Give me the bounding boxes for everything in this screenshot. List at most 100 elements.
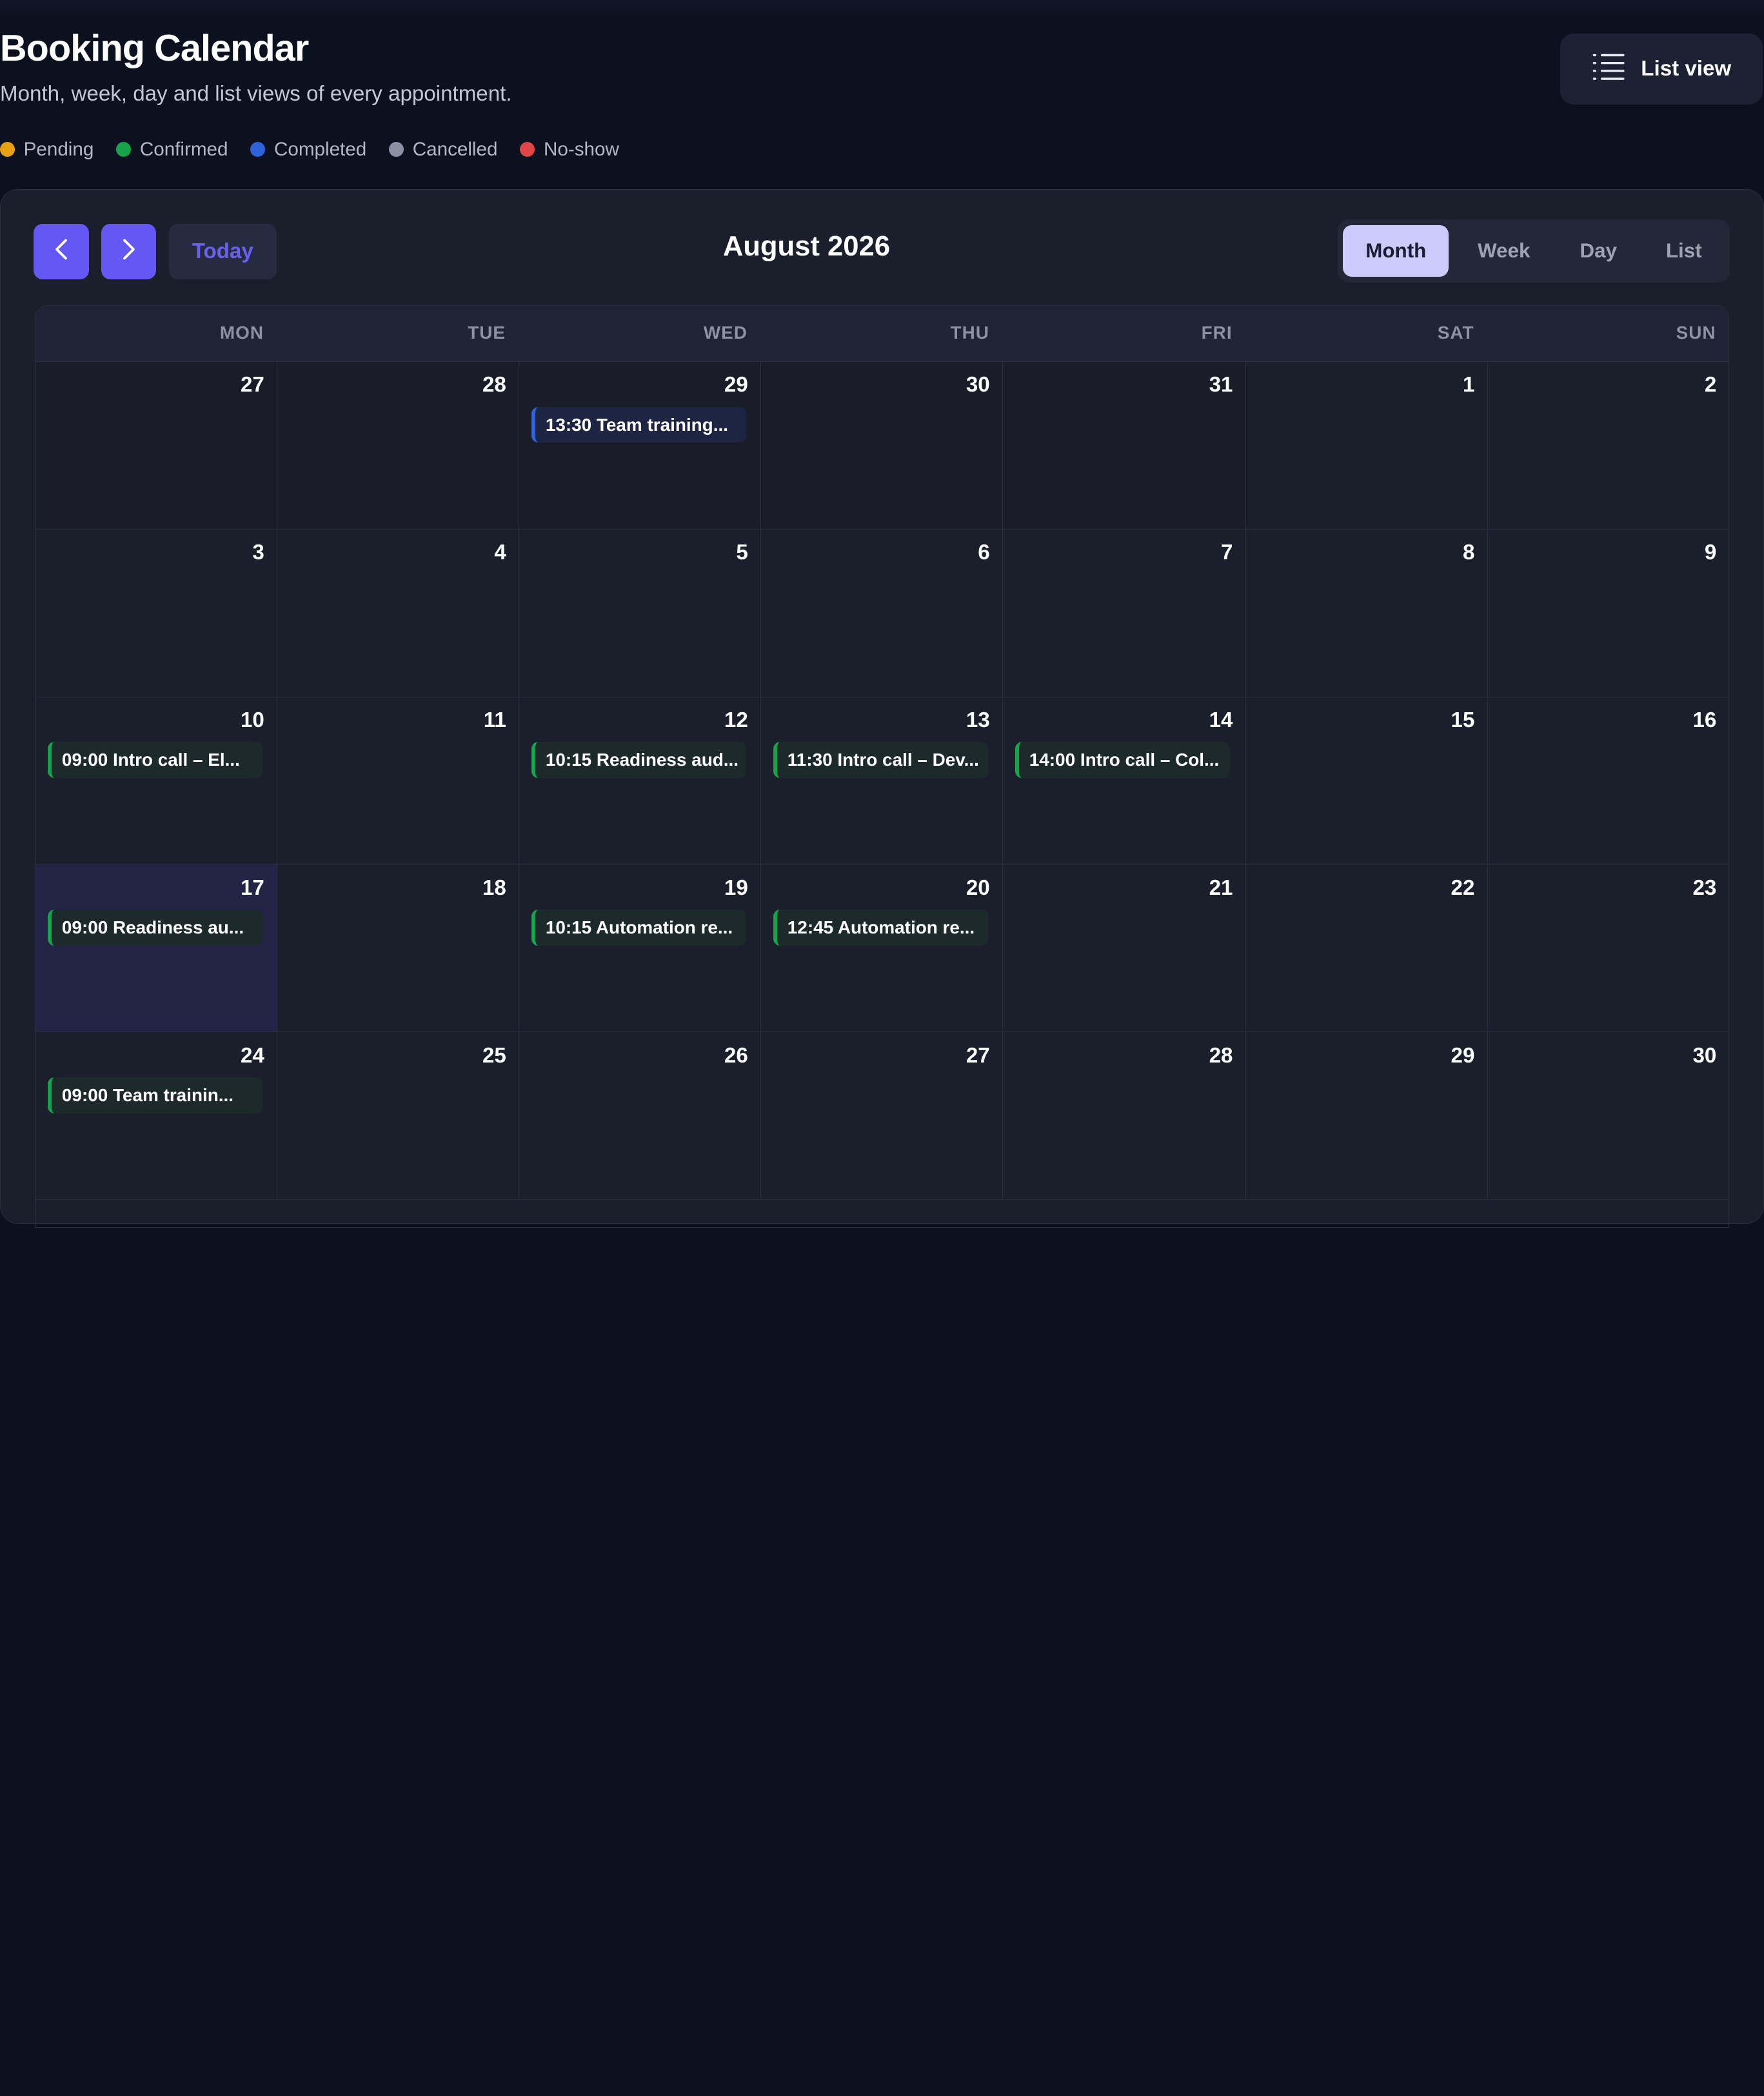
status-legend: Pending Confirmed Completed Cancelled No-sho…: [0, 139, 619, 161]
list-view-button[interactable]: List view: [1560, 34, 1763, 105]
day-number: 14: [1209, 708, 1233, 732]
day-cell[interactable]: 8: [1245, 529, 1488, 697]
day-number: 29: [724, 373, 748, 397]
list-view-label: List view: [1641, 57, 1732, 81]
day-cell[interactable]: 13 11:30 Intro call – Dev...: [760, 697, 1003, 865]
day-number: 15: [1451, 708, 1475, 732]
day-cell[interactable]: 11: [277, 697, 519, 865]
legend-item-confirmed: Confirmed: [116, 139, 228, 161]
appointment-event[interactable]: 14:00 Intro call – Col...: [1015, 742, 1231, 779]
tab-list[interactable]: List: [1643, 225, 1725, 277]
day-cell[interactable]: 9: [1487, 529, 1729, 697]
day-number: 27: [966, 1043, 990, 1068]
day-cell[interactable]: 2: [1487, 361, 1729, 530]
day-cell[interactable]: 23: [1487, 864, 1729, 1033]
day-cell[interactable]: 30: [1487, 1032, 1729, 1201]
status-dot-icon: [250, 142, 266, 157]
day-cell[interactable]: 22: [1245, 864, 1488, 1033]
tab-day[interactable]: Day: [1558, 225, 1639, 277]
day-number: 30: [966, 373, 990, 397]
day-cell[interactable]: 3: [35, 529, 278, 697]
day-cell[interactable]: 14 14:00 Intro call – Col...: [1002, 697, 1246, 865]
status-dot-icon: [389, 142, 404, 157]
day-number: 5: [736, 541, 748, 565]
weekday-header-tue: TUE: [468, 322, 506, 343]
day-number: 9: [1704, 541, 1717, 565]
day-number: 8: [1462, 541, 1475, 565]
legend-item-pending: Pending: [0, 139, 94, 161]
day-cell[interactable]: 28: [277, 361, 519, 530]
day-cell[interactable]: 16: [1487, 697, 1729, 865]
chevron-right-icon: [120, 238, 138, 265]
day-cell[interactable]: 29: [1245, 1032, 1488, 1201]
day-cell[interactable]: 27: [35, 361, 278, 530]
day-cell[interactable]: 27: [760, 1032, 1003, 1201]
day-cell[interactable]: 4: [277, 529, 519, 697]
day-cell[interactable]: 21: [1002, 864, 1246, 1033]
day-cell[interactable]: 18: [277, 864, 519, 1033]
appointment-event[interactable]: 09:00 Team trainin...: [48, 1077, 263, 1113]
day-cell-today[interactable]: 17 09:00 Readiness au...: [35, 864, 278, 1033]
weekday-header-mon: MON: [219, 322, 264, 343]
status-dot-icon: [116, 142, 131, 157]
tab-month[interactable]: Month: [1343, 225, 1449, 277]
day-cell[interactable]: 19 10:15 Automation re...: [519, 864, 761, 1033]
weekday-header-wed: WED: [703, 322, 748, 343]
appointment-event[interactable]: 12:45 Automation re...: [773, 910, 989, 946]
day-number: 7: [1220, 541, 1233, 565]
page-subtitle: Month, week, day and list views of every…: [0, 82, 512, 106]
day-number: 10: [240, 708, 264, 732]
appointment-event[interactable]: 10:15 Automation re...: [531, 910, 747, 946]
day-cell[interactable]: 15: [1245, 697, 1488, 865]
day-number: 17: [240, 875, 264, 900]
legend-item-completed: Completed: [250, 139, 366, 161]
day-cell[interactable]: 30: [760, 361, 1003, 530]
booking-calendar-page: Booking Calendar Month, week, day and li…: [0, 0, 1764, 1228]
weekday-header-sun: SUN: [1676, 322, 1716, 343]
appointment-event[interactable]: 09:00 Readiness au...: [48, 910, 263, 946]
day-number: 12: [724, 708, 748, 732]
next-month-button[interactable]: [101, 224, 157, 279]
day-number: 11: [483, 708, 506, 732]
appointment-event[interactable]: 10:15 Readiness aud...: [531, 742, 747, 779]
day-number: 31: [1209, 373, 1233, 397]
day-number: 25: [482, 1043, 506, 1068]
legend-label: Cancelled: [412, 138, 498, 160]
day-cell[interactable]: 28: [1002, 1032, 1246, 1201]
day-cell[interactable]: 5: [519, 529, 761, 697]
day-cell[interactable]: 26: [519, 1032, 761, 1201]
appointment-event[interactable]: 11:30 Intro call – Dev...: [773, 742, 989, 779]
day-cell[interactable]: 10 09:00 Intro call – El...: [35, 697, 278, 865]
appointment-event[interactable]: 13:30 Team training...: [531, 406, 747, 443]
day-cell[interactable]: 7: [1002, 529, 1246, 697]
day-cell[interactable]: 31: [1002, 361, 1246, 530]
day-cell[interactable]: 1: [1245, 361, 1488, 530]
day-number: 27: [240, 373, 264, 397]
day-number: 28: [482, 373, 506, 397]
day-number: 22: [1451, 875, 1475, 900]
previous-month-button[interactable]: [34, 224, 89, 279]
legend-item-no-show: No-show: [520, 139, 619, 161]
day-cell[interactable]: 12 10:15 Readiness aud...: [519, 697, 761, 865]
view-switcher: Month Week Day List: [1337, 219, 1730, 283]
day-number: 3: [252, 541, 264, 565]
tab-week[interactable]: Week: [1454, 225, 1553, 277]
day-number: 29: [1451, 1043, 1475, 1068]
day-number: 6: [978, 541, 990, 565]
page-title: Booking Calendar: [0, 27, 309, 69]
day-cell[interactable]: 6: [760, 529, 1003, 697]
day-cell[interactable]: 29 13:30 Team training...: [519, 361, 761, 530]
day-number: 19: [724, 875, 748, 900]
day-cell[interactable]: 24 09:00 Team trainin...: [35, 1032, 278, 1201]
legend-label: Pending: [23, 138, 94, 160]
current-month-title: August 2026: [722, 230, 891, 262]
day-number: 2: [1704, 373, 1717, 397]
day-number: 21: [1209, 875, 1233, 900]
today-button[interactable]: Today: [168, 224, 277, 279]
day-cell[interactable]: 25: [277, 1032, 519, 1201]
appointment-event[interactable]: 09:00 Intro call – El...: [48, 742, 263, 779]
day-number: 20: [966, 875, 990, 900]
status-dot-icon: [0, 142, 15, 157]
day-cell[interactable]: 20 12:45 Automation re...: [760, 864, 1003, 1033]
day-number: 23: [1692, 875, 1717, 900]
